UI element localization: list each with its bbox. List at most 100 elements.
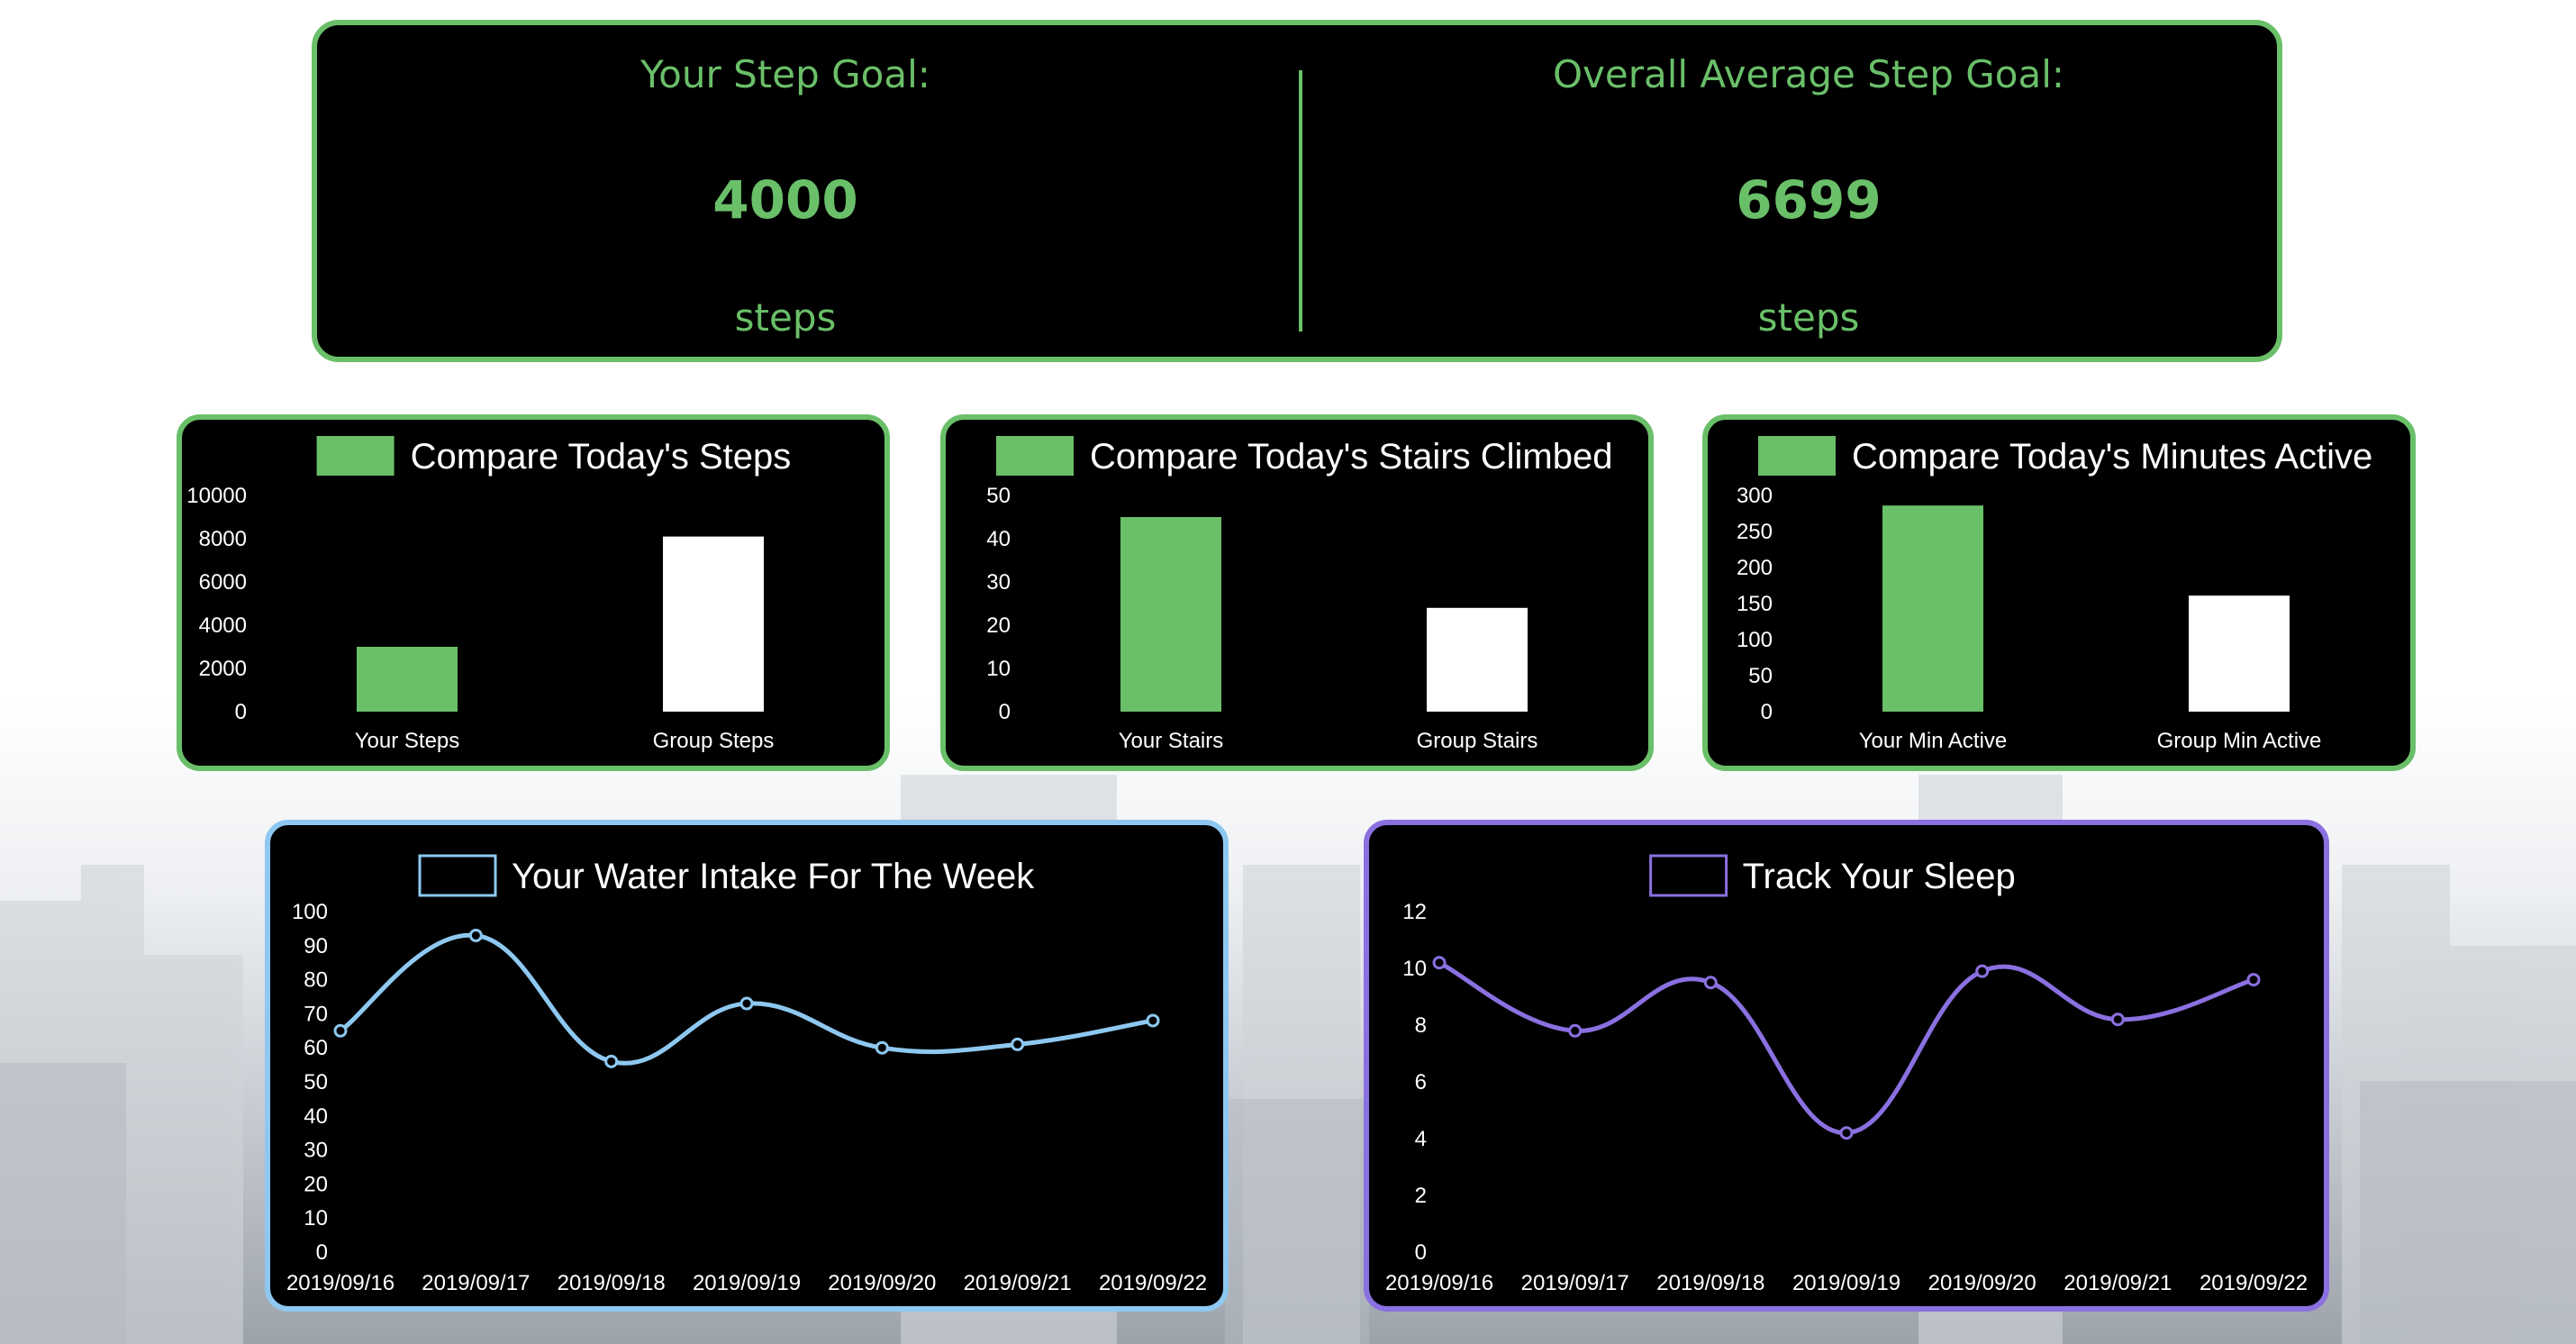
y-tick-label: 200 <box>1737 556 1773 580</box>
data-point <box>1146 1013 1160 1028</box>
chart-title: Compare Today's Stairs Climbed <box>1090 437 1612 477</box>
y-tick-label: 6 <box>1415 1070 1427 1094</box>
sleep-line-chart: Track Your Sleep 0 2 4 6 8 10 12 2019/09/16 2019/… <box>1385 854 2308 1295</box>
y-tick-label: 2 <box>1415 1184 1427 1208</box>
stairs-bar-chart: Compare Today's Stairs Climbed 0 10 20 30 40 5… <box>986 436 1612 753</box>
overall-step-goal-value: 6699 <box>1736 169 1882 231</box>
x-tick-label: 2019/09/16 <box>286 1271 395 1295</box>
x-tick-label: 2019/09/20 <box>1928 1271 2036 1295</box>
y-tick-label: 2000 <box>199 657 247 681</box>
data-point <box>1568 1023 1583 1038</box>
x-category-label: Group Steps <box>653 729 775 753</box>
y-tick-label: 0 <box>1761 700 1773 724</box>
data-point <box>2110 1013 2125 1027</box>
y-tick-label: 20 <box>304 1172 328 1196</box>
y-tick-label: 300 <box>1737 484 1773 508</box>
y-tick-label: 40 <box>986 527 1011 551</box>
y-tick-label: 150 <box>1737 592 1773 616</box>
chart-title: Compare Today's Minutes Active <box>1852 437 2372 477</box>
y-tick-label: 4 <box>1415 1127 1427 1151</box>
legend-swatch <box>996 436 1074 476</box>
y-tick-label: 0 <box>235 700 247 724</box>
y-tick-label: 4000 <box>199 613 247 638</box>
x-tick-label: 2019/09/18 <box>558 1271 666 1295</box>
x-category-label: Your Stairs <box>1119 729 1224 753</box>
x-tick-label: 2019/09/19 <box>1792 1271 1900 1295</box>
minutes-chart-panel: Compare Today's Minutes Active 0 50 100 150 2… <box>1702 414 2416 771</box>
water-line-chart: Your Water Intake For The Week 0 10 20 30 40 5… <box>286 854 1207 1295</box>
data-point <box>1839 1126 1854 1140</box>
y-tick-label: 100 <box>292 900 328 924</box>
y-tick-label: 70 <box>304 1002 328 1026</box>
legend-swatch <box>418 854 497 897</box>
x-tick-label: 2019/09/17 <box>422 1271 530 1295</box>
y-tick-label: 30 <box>304 1139 328 1163</box>
x-tick-label: 2019/09/22 <box>2200 1271 2308 1295</box>
data-point <box>333 1023 348 1038</box>
overall-step-goal-title: Overall Average Step Goal: <box>1552 52 2065 96</box>
data-point <box>604 1054 619 1068</box>
bar <box>1120 517 1221 712</box>
y-tick-label: 10000 <box>186 484 247 508</box>
y-tick-label: 6000 <box>199 570 247 595</box>
series-line <box>1438 960 2254 1136</box>
bar <box>1427 607 1528 712</box>
x-tick-label: 2019/09/19 <box>693 1271 801 1295</box>
water-chart-panel: Your Water Intake For The Week 0 10 20 30 40 5… <box>265 820 1229 1312</box>
x-tick-label: 2019/09/18 <box>1656 1271 1764 1295</box>
your-step-goal: Your Step Goal: 4000 steps <box>317 25 1254 357</box>
x-category-label: Group Min Active <box>2157 729 2322 753</box>
chart-title: Your Water Intake For The Week <box>512 857 1035 896</box>
data-point <box>1975 964 1990 978</box>
bar <box>663 536 764 712</box>
chart-title: Track Your Sleep <box>1743 857 2016 896</box>
legend-swatch <box>316 436 395 476</box>
y-tick-label: 60 <box>304 1036 328 1060</box>
y-tick-label: 100 <box>1737 628 1773 652</box>
y-tick-label: 8000 <box>199 527 247 551</box>
y-tick-label: 250 <box>1737 520 1773 544</box>
y-tick-label: 10 <box>304 1206 328 1230</box>
legend-swatch <box>1649 854 1728 897</box>
data-point <box>1011 1037 1025 1051</box>
data-point <box>739 996 754 1011</box>
legend-swatch <box>1758 436 1836 476</box>
step-goal-panel: Your Step Goal: 4000 steps Overall Avera… <box>312 20 2282 362</box>
y-tick-label: 50 <box>986 484 1011 508</box>
y-tick-label: 20 <box>986 613 1011 638</box>
y-tick-label: 50 <box>1748 664 1773 688</box>
y-tick-label: 80 <box>304 968 328 993</box>
y-tick-label: 8 <box>1415 1013 1427 1038</box>
y-tick-label: 40 <box>304 1104 328 1129</box>
x-tick-label: 2019/09/20 <box>828 1271 936 1295</box>
y-tick-label: 12 <box>1402 900 1427 924</box>
sleep-chart-panel: Track Your Sleep 0 2 4 6 8 10 12 2019/09/16 2019/… <box>1364 820 2329 1312</box>
minutes-bar-chart: Compare Today's Minutes Active 0 50 100 150 2… <box>1737 436 2372 753</box>
your-step-goal-unit: steps <box>734 295 837 340</box>
steps-bar-chart: Compare Today's Steps 0 2000 4000 6000 8000 10… <box>186 436 791 753</box>
y-tick-label: 50 <box>304 1070 328 1094</box>
goal-divider <box>1299 70 1302 331</box>
x-tick-label: 2019/09/17 <box>1521 1271 1629 1295</box>
x-tick-label: 2019/09/21 <box>2064 1271 2172 1295</box>
bar <box>357 647 458 712</box>
x-category-label: Your Steps <box>355 729 460 753</box>
data-point <box>1703 976 1718 990</box>
y-tick-label: 0 <box>1415 1240 1427 1265</box>
x-category-label: Group Stairs <box>1417 729 1538 753</box>
data-point <box>468 928 483 942</box>
y-tick-label: 10 <box>986 657 1011 681</box>
x-tick-label: 2019/09/21 <box>964 1271 1072 1295</box>
stairs-chart-panel: Compare Today's Stairs Climbed 0 10 20 30 40 5… <box>940 414 1654 771</box>
bar <box>1882 505 1983 712</box>
overall-step-goal: Overall Average Step Goal: 6699 steps <box>1340 25 2277 357</box>
steps-chart-panel: Compare Today's Steps 0 2000 4000 6000 8000 10… <box>177 414 890 771</box>
x-category-label: Your Min Active <box>1859 729 2008 753</box>
your-step-goal-value: 4000 <box>712 169 858 231</box>
data-point <box>875 1040 889 1055</box>
your-step-goal-title: Your Step Goal: <box>640 52 930 96</box>
x-tick-label: 2019/09/16 <box>1385 1271 1493 1295</box>
y-tick-label: 0 <box>316 1240 328 1265</box>
x-tick-label: 2019/09/22 <box>1099 1271 1207 1295</box>
bar <box>2189 595 2290 712</box>
